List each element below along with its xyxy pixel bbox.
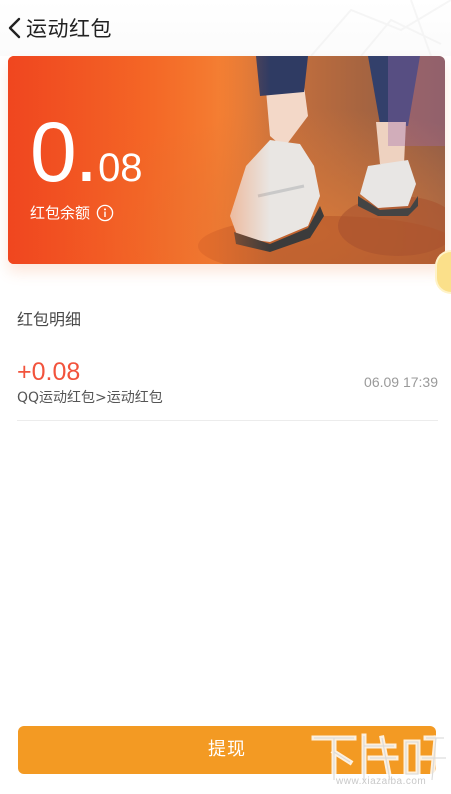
list-item[interactable]: +0.08 QQ运动红包>运动红包 06.09 17:39 — [17, 352, 438, 421]
balance-amount: 0.08 — [30, 110, 143, 194]
header-bar: 运动红包 — [0, 0, 451, 56]
info-icon[interactable] — [96, 204, 114, 222]
record-description: QQ运动红包>运动红包 — [17, 390, 163, 406]
floating-side-badge[interactable] — [437, 252, 451, 292]
balance-label: 红包余额 — [30, 204, 91, 222]
back-arrow-icon[interactable] — [6, 16, 24, 40]
balance-label-row: 红包余额 — [30, 202, 114, 224]
withdraw-button[interactable]: 提现 — [18, 726, 436, 774]
watermark-url: www.xiazaiba.com — [336, 776, 427, 787]
map-pattern-decoration — [310, 0, 451, 56]
details-section-title: 红包明细 — [17, 310, 82, 329]
balance-card: 0.08 红包余额 — [8, 56, 445, 264]
record-time: 06.09 17:39 — [364, 374, 438, 390]
balance-decimal: 08 — [98, 146, 143, 190]
record-amount: +0.08 — [17, 358, 81, 386]
page-title: 运动红包 — [26, 17, 112, 41]
balance-integer: 0. — [30, 105, 98, 199]
